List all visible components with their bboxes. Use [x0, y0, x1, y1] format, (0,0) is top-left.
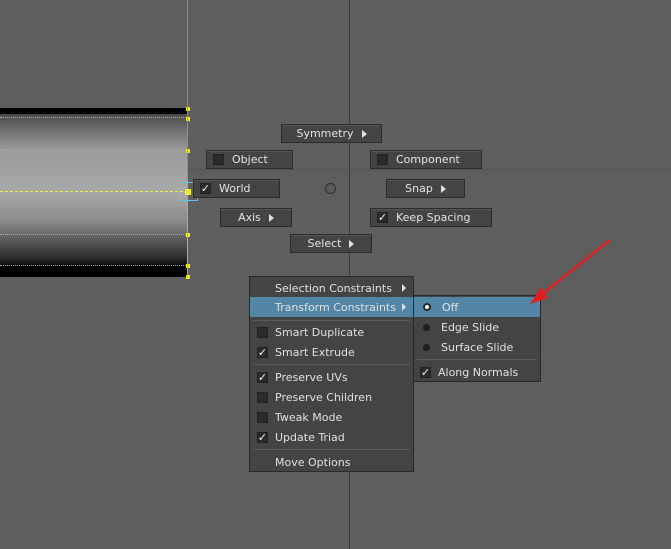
red-arrow-annotation-icon — [530, 239, 611, 304]
